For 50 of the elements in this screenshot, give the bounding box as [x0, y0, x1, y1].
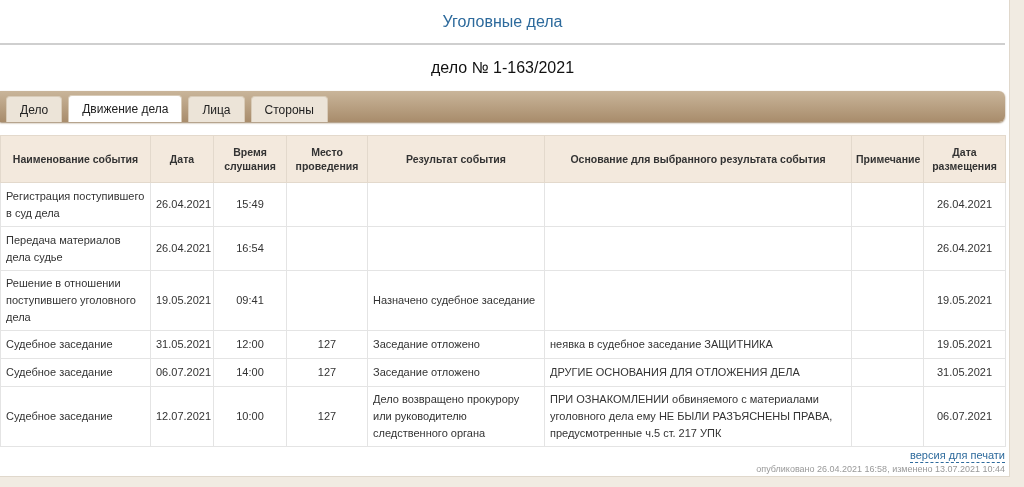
table-cell: 12:00: [236, 338, 264, 350]
table-cell: 09:41: [236, 294, 264, 306]
table-cell: Судебное заседание: [6, 410, 113, 422]
table-cell: Назначено судебное заседание: [373, 294, 536, 306]
table-cell: 12.07.2021: [156, 410, 212, 422]
table-cell: Передача материалов дела судье: [6, 233, 121, 263]
table-cell: Заседание отложено: [373, 338, 480, 350]
table-cell: 19.05.2021: [936, 338, 993, 350]
print-version-link[interactable]: версия для печати: [910, 449, 1005, 463]
section-title: Уголовные дела: [442, 13, 563, 32]
table-cell: Судебное заседание: [6, 338, 113, 350]
table-cell: 26.04.2021: [156, 198, 212, 210]
column-header: Место проведения: [286, 135, 368, 183]
table-cell: 127: [317, 410, 337, 422]
case-title: дело № 1-163/2021: [430, 59, 575, 77]
table-cell: 31.05.2021: [156, 338, 212, 350]
table-cell: ДРУГИЕ ОСНОВАНИЯ ДЛЯ ОТЛОЖЕНИЯ ДЕЛА: [550, 366, 800, 378]
tab[interactable]: Движение дела: [68, 95, 183, 122]
column-header: Примечание: [851, 135, 924, 183]
table-cell: 26.04.2021: [936, 198, 993, 210]
table-cell: Решение в отношении поступившего уголовного дела: [6, 277, 136, 323]
table-cell: 127: [317, 338, 337, 350]
table-cell: 15:49: [236, 198, 264, 210]
column-header: Основание для выбранного результата события: [544, 135, 852, 183]
table-cell: 26.04.2021: [936, 242, 993, 254]
table-cell: 14:00: [236, 366, 264, 378]
table-cell: 19.05.2021: [156, 294, 212, 306]
table-cell: ПРИ ОЗНАКОМЛЕНИИ обвиняемого с материалами уголовного дела ему НЕ БЫЛИ РАЗЪЯСНЕНЫ ПРАВА, предусмотренные ч.5 ст. 217 УПК: [550, 393, 833, 439]
tab[interactable]: Стороны: [250, 96, 328, 122]
column-header: Время слушания: [213, 135, 287, 183]
table-cell: 10:00: [236, 410, 264, 422]
table-cell: 127: [317, 366, 337, 378]
table-cell: 06.07.2021: [156, 366, 212, 378]
column-header: Наименование события: [0, 135, 151, 183]
tab[interactable]: Дело: [6, 96, 63, 122]
table-cell: Судебное заседание: [6, 366, 113, 378]
tab[interactable]: Лица: [188, 96, 245, 122]
table-cell: Регистрация поступившего в суд дела: [6, 189, 145, 219]
column-header: Результат события: [367, 135, 545, 183]
published-info: опубликовано 26.04.2021 16:58, изменено 13.07.2021 10:44: [756, 464, 1005, 474]
table-cell: 31.05.2021: [936, 366, 993, 378]
table-cell: 06.07.2021: [936, 410, 993, 422]
table-cell: неявка в судебное заседание ЗАЩИТНИКА: [550, 338, 773, 350]
column-header: Дата размещения: [923, 135, 1006, 183]
table-cell: Заседание отложено: [373, 366, 480, 378]
table-cell: 16:54: [236, 242, 264, 254]
table-cell: 26.04.2021: [156, 242, 212, 254]
table-cell: Дело возвращено прокурору или руководителю следственного органа: [373, 393, 520, 439]
column-header: Дата: [150, 135, 214, 183]
table-cell: 19.05.2021: [936, 294, 993, 306]
